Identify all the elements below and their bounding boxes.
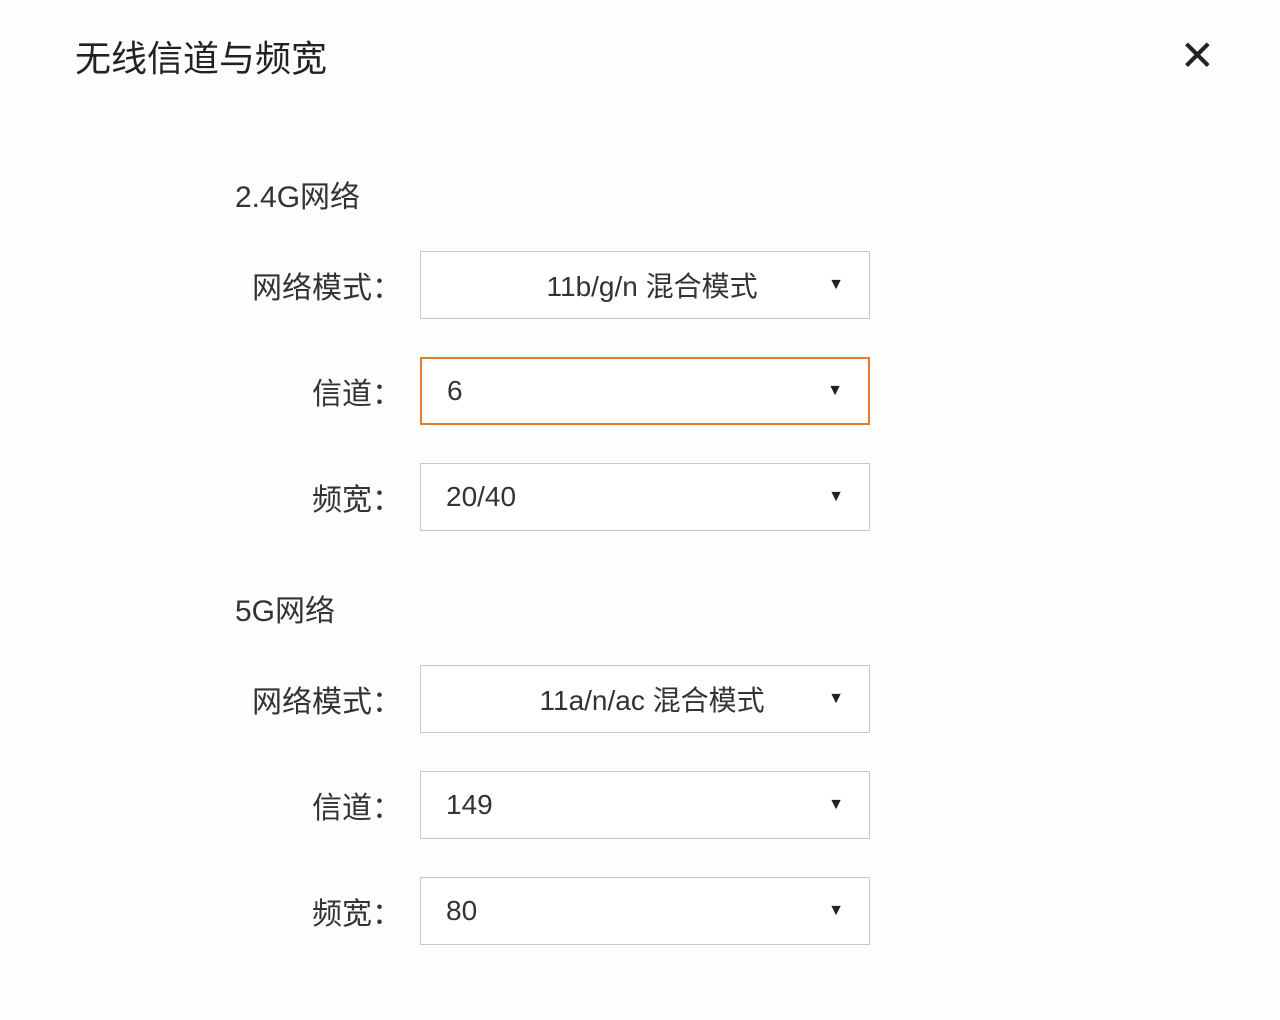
- select-2g-mode[interactable]: 11b/g/n 混合模式 ▼: [420, 251, 870, 319]
- section-5g-title: 5G网络: [235, 586, 1280, 630]
- select-5g-channel-value: 149: [446, 789, 493, 821]
- label-2g-channel: 信道：: [0, 369, 420, 413]
- select-5g-bandwidth[interactable]: 80 ▼: [420, 877, 870, 945]
- dialog-header: 无线信道与频宽 ✕: [0, 0, 1280, 112]
- select-5g-channel[interactable]: 149 ▼: [420, 771, 870, 839]
- label-5g-channel: 信道：: [0, 783, 420, 827]
- label-5g-mode: 网络模式：: [0, 677, 420, 721]
- select-2g-bandwidth[interactable]: 20/40 ▼: [420, 463, 870, 531]
- select-5g-mode-value: 11a/n/ac 混合模式: [446, 679, 828, 719]
- select-5g-bandwidth-value: 80: [446, 895, 477, 927]
- chevron-down-icon: ▼: [828, 902, 844, 920]
- chevron-down-icon: ▼: [828, 690, 844, 708]
- chevron-down-icon: ▼: [828, 276, 844, 294]
- row-2g-mode: 网络模式： 11b/g/n 混合模式 ▼: [0, 251, 1280, 319]
- select-2g-bandwidth-value: 20/40: [446, 481, 516, 513]
- row-2g-channel: 信道： 6 ▼: [0, 357, 1280, 425]
- label-2g-bandwidth: 频宽：: [0, 475, 420, 519]
- close-icon[interactable]: ✕: [1180, 35, 1215, 77]
- chevron-down-icon: ▼: [827, 382, 843, 400]
- select-2g-channel[interactable]: 6 ▼: [420, 357, 870, 425]
- select-2g-channel-value: 6: [447, 375, 463, 407]
- label-5g-bandwidth: 频宽：: [0, 889, 420, 933]
- section-2g-title: 2.4G网络: [235, 172, 1280, 216]
- row-5g-bandwidth: 频宽： 80 ▼: [0, 877, 1280, 945]
- select-2g-mode-value: 11b/g/n 混合模式: [446, 265, 828, 305]
- dialog-content: 2.4G网络 网络模式： 11b/g/n 混合模式 ▼ 信道： 6 ▼ 频宽： …: [0, 112, 1280, 945]
- row-5g-channel: 信道： 149 ▼: [0, 771, 1280, 839]
- label-2g-mode: 网络模式：: [0, 263, 420, 307]
- chevron-down-icon: ▼: [828, 488, 844, 506]
- dialog-title: 无线信道与频宽: [75, 30, 327, 82]
- select-5g-mode[interactable]: 11a/n/ac 混合模式 ▼: [420, 665, 870, 733]
- row-5g-mode: 网络模式： 11a/n/ac 混合模式 ▼: [0, 665, 1280, 733]
- row-2g-bandwidth: 频宽： 20/40 ▼: [0, 463, 1280, 531]
- chevron-down-icon: ▼: [828, 796, 844, 814]
